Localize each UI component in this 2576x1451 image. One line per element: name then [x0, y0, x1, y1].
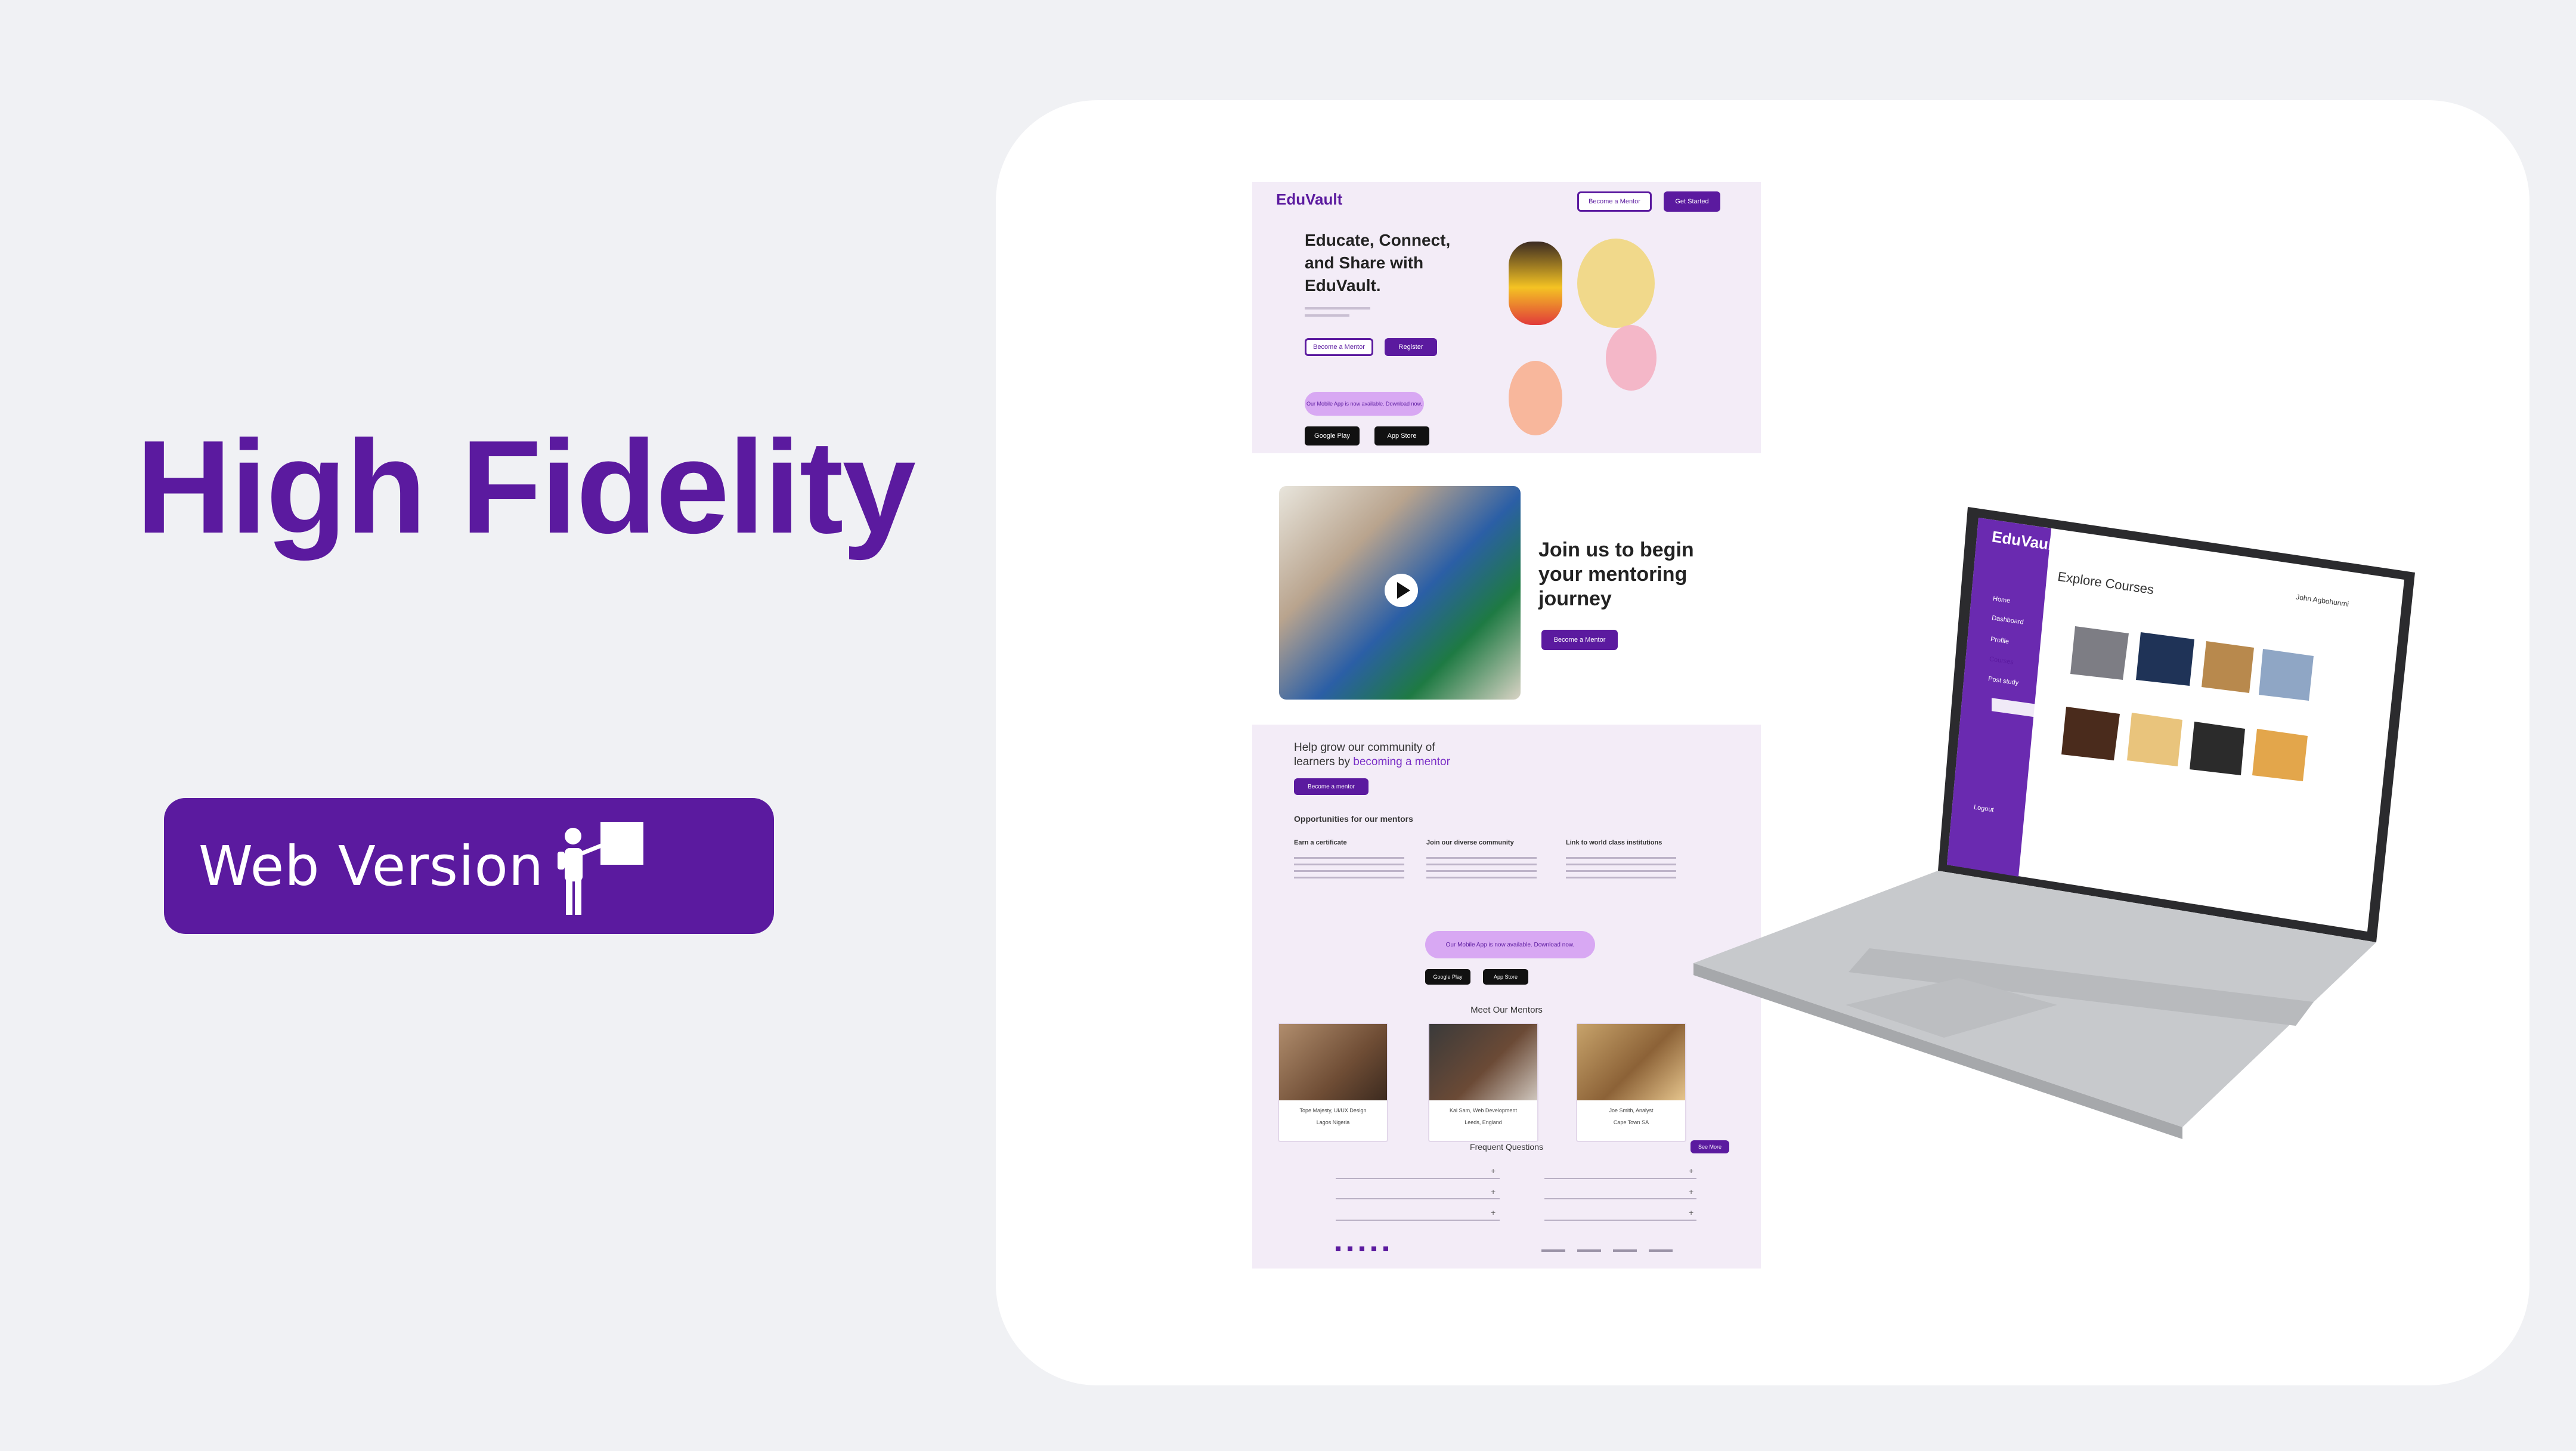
social-icons[interactable] — [1336, 1246, 1395, 1251]
mentor-photo — [1429, 1024, 1537, 1100]
mentor-name: Tope Majesty, UI/UX Design — [1299, 1107, 1367, 1113]
grow-line-2: learners by becoming a mentor — [1294, 756, 1450, 768]
subtext-line — [1305, 307, 1370, 310]
app-store-button[interactable]: App Store — [1483, 969, 1528, 985]
mentor-photo — [1577, 1024, 1685, 1100]
opportunity-text-block — [1566, 857, 1676, 881]
google-play-button[interactable]: Google Play — [1305, 426, 1360, 445]
opportunities-title: Opportunities for our mentors — [1294, 814, 1413, 824]
mentoring-cta-screenshot: Join us to begin your mentoring journey … — [1252, 477, 1761, 716]
expand-icon[interactable]: + — [1689, 1208, 1693, 1217]
expand-icon[interactable]: + — [1689, 1187, 1693, 1196]
google-play-button[interactable]: Google Play — [1425, 969, 1470, 985]
see-more-button[interactable]: See More — [1690, 1140, 1729, 1153]
eduvault-logo: EduVault — [1276, 190, 1343, 208]
web-version-badge[interactable]: Web Version — [164, 798, 774, 934]
become-mentor-button[interactable]: Become a mentor — [1294, 778, 1368, 795]
faq-row[interactable] — [1336, 1178, 1500, 1179]
play-icon[interactable] — [1383, 573, 1419, 608]
mentor-card[interactable]: Tope Majesty, UI/UX Design Lagos Nigeria — [1278, 1023, 1388, 1142]
cta-line-3: journey — [1538, 587, 1612, 610]
opportunity-community-title: Join our diverse community — [1426, 839, 1514, 846]
hero-mentor-image — [1577, 239, 1655, 328]
faq-row[interactable] — [1336, 1220, 1500, 1221]
headline-line-2: and Share with — [1305, 253, 1424, 272]
cta-line-1: Join us to begin — [1538, 539, 1694, 561]
faq-row[interactable] — [1544, 1178, 1696, 1179]
hero-mentor-image — [1509, 242, 1562, 325]
mentor-location: Leeds, England — [1465, 1119, 1502, 1125]
web-version-label: Web Version — [199, 834, 544, 898]
mentor-name: Kai Sam, Web Development — [1450, 1107, 1517, 1113]
faq-row[interactable] — [1544, 1198, 1696, 1199]
grow-line-1: Help grow our community of — [1294, 741, 1435, 754]
hero-become-mentor-button[interactable]: Become a Mentor — [1305, 338, 1373, 356]
mentor-photo — [1279, 1024, 1387, 1100]
nav-get-started-button[interactable]: Get Started — [1664, 191, 1720, 212]
landing-hero-screenshot: EduVault Become a Mentor Get Started Edu… — [1252, 182, 1761, 453]
expand-icon[interactable]: + — [1491, 1166, 1496, 1175]
opportunity-institutions-title: Link to world class institutions — [1566, 839, 1662, 846]
expand-icon[interactable]: + — [1491, 1208, 1496, 1217]
hero-title: High Fidelity — [136, 413, 916, 561]
expand-icon[interactable]: + — [1491, 1187, 1496, 1196]
becoming-mentor-link[interactable]: becoming a mentor — [1353, 756, 1450, 768]
app-store-button[interactable]: App Store — [1374, 426, 1429, 445]
cta-become-mentor-button[interactable]: Become a Mentor — [1541, 630, 1618, 650]
opportunity-text-block — [1426, 857, 1537, 881]
mobile-app-pill: Our Mobile App is now available. Downloa… — [1305, 392, 1424, 416]
opportunity-text-block — [1294, 857, 1404, 881]
faq-row[interactable] — [1544, 1220, 1696, 1221]
mentor-card[interactable]: Joe Smith, Analyst Cape Town SA — [1576, 1023, 1686, 1142]
subtext-line — [1305, 314, 1349, 317]
mentor-info-screenshot: Help grow our community of learners by b… — [1252, 725, 1761, 1269]
hero-register-button[interactable]: Register — [1385, 338, 1437, 356]
mentor-location: Cape Town SA — [1613, 1119, 1649, 1125]
mentor-name: Joe Smith, Analyst — [1609, 1107, 1654, 1113]
meet-mentors-title: Meet Our Mentors — [1470, 1005, 1543, 1015]
hero-mentor-image — [1606, 325, 1657, 391]
mentor-location: Lagos Nigeria — [1316, 1119, 1350, 1125]
opportunity-certificate-title: Earn a certificate — [1294, 839, 1347, 846]
cta-line-2: your mentoring — [1538, 563, 1688, 586]
mobile-app-pill: Our Mobile App is now available. Downloa… — [1425, 931, 1595, 958]
footer-links[interactable] — [1541, 1249, 1682, 1252]
mentor-card[interactable]: Kai Sam, Web Development Leeds, England — [1428, 1023, 1538, 1142]
faq-row[interactable] — [1336, 1198, 1500, 1199]
faq-title: Frequent Questions — [1470, 1142, 1543, 1152]
headline-line-3: EduVault. — [1305, 276, 1381, 295]
teacher-presentation-icon — [558, 822, 643, 915]
nav-become-mentor-button[interactable]: Become a Mentor — [1577, 191, 1652, 212]
expand-icon[interactable]: + — [1689, 1166, 1693, 1175]
hero-mentor-image — [1509, 361, 1562, 435]
headline-line-1: Educate, Connect, — [1305, 231, 1451, 249]
